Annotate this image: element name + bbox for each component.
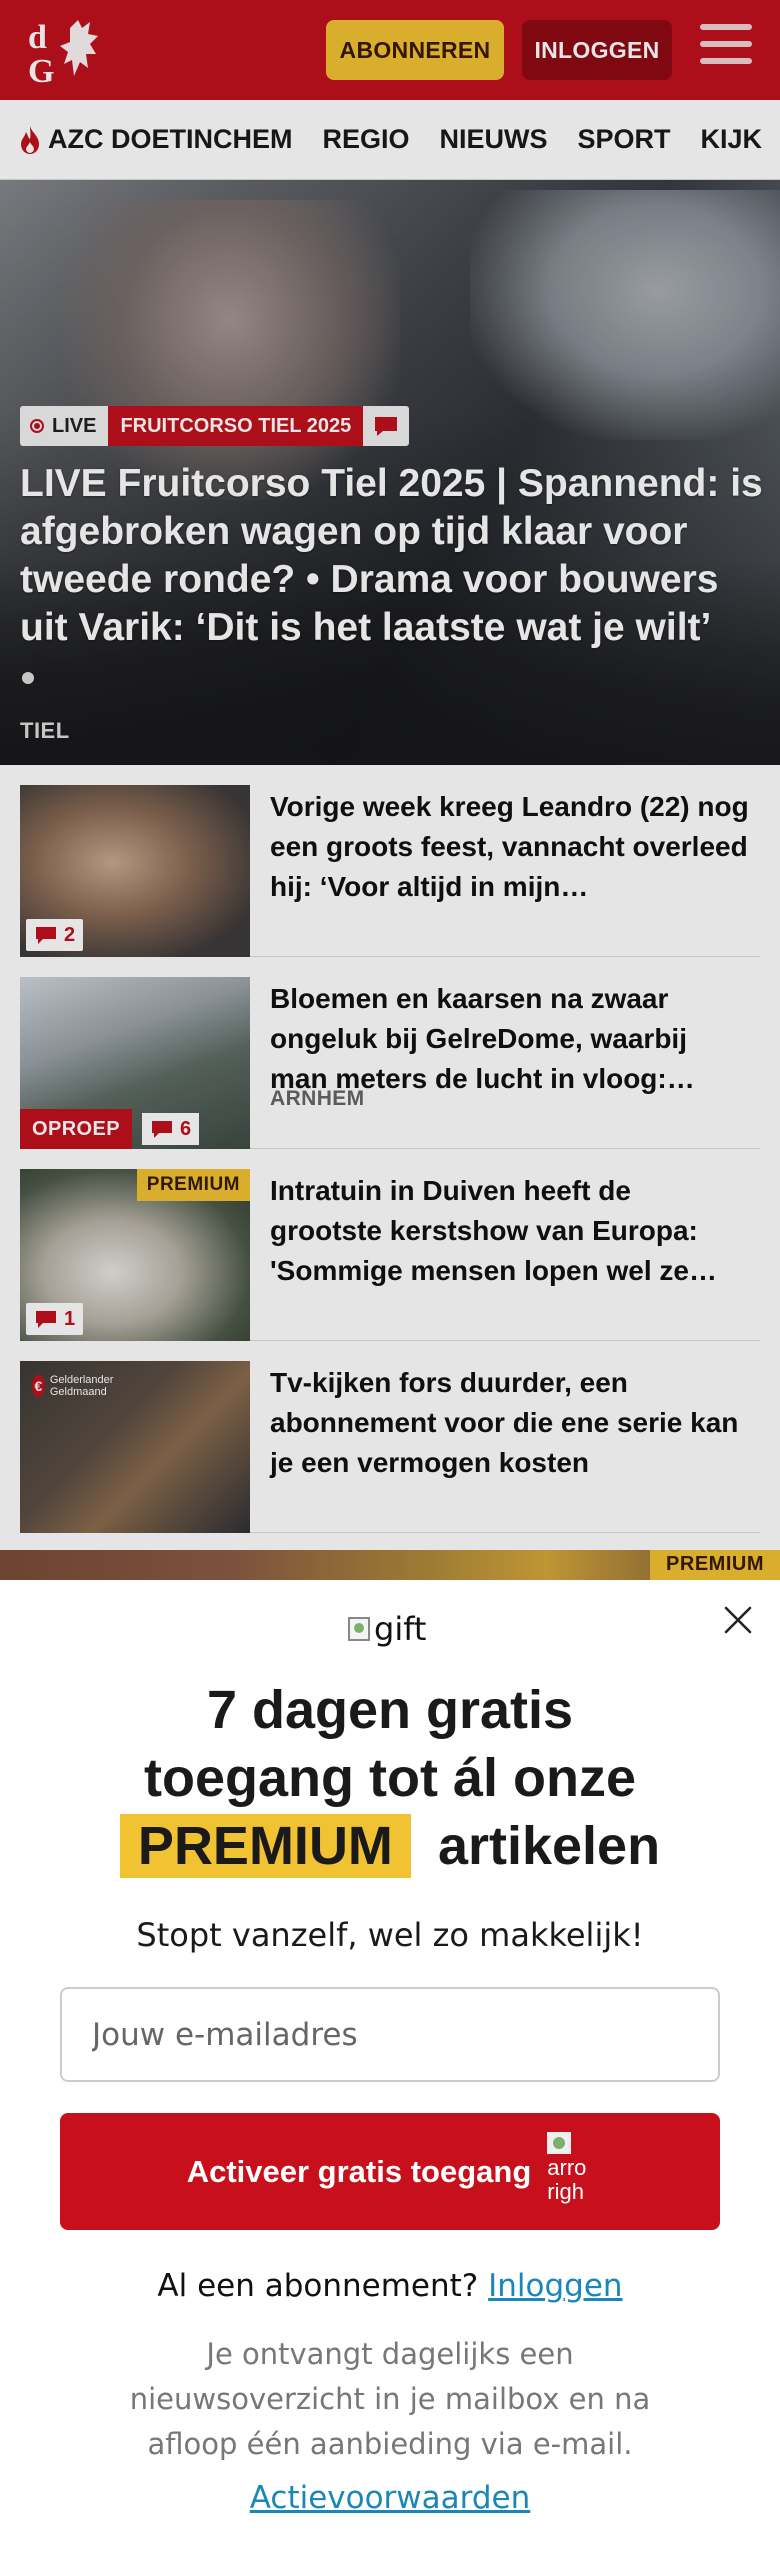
nav-item-regio[interactable]: REGIO <box>323 124 410 155</box>
comment-count: 6 <box>142 1113 200 1145</box>
login-button[interactable]: INLOGGEN <box>522 20 672 80</box>
modal-title-line3: PREMIUM artikelen <box>0 1812 780 1880</box>
hero-location: TIEL <box>20 718 70 743</box>
nav-item-sport[interactable]: SPORT <box>578 124 671 155</box>
subscribe-button[interactable]: ABONNEREN <box>326 20 504 80</box>
modal-title-rest: artikelen <box>437 1816 661 1876</box>
topic-badge[interactable]: FRUITCORSO TIEL 2025 <box>108 406 364 446</box>
list-item[interactable]: 2 Vorige week kreeg Leandro (22) nog een… <box>20 765 760 957</box>
disclaimer-text: Je ontvangt dagelijks een nieuwsoverzich… <box>129 2337 651 2461</box>
arrow-right-icon: arro righ <box>547 2131 593 2212</box>
login-link[interactable]: Inloggen <box>488 2268 622 2304</box>
modal-title: 7 dagen gratis toegang tot ál onze PREMI… <box>0 1676 780 1880</box>
hero-image-sky <box>470 190 780 440</box>
article-thumbnail: PREMIUM 1 <box>20 1169 250 1341</box>
hero-article[interactable]: LIVE FRUITCORSO TIEL 2025 LIVE Fruitcors… <box>0 180 780 765</box>
article-thumbnail: € Gelderlander Geldmaand <box>20 1361 250 1533</box>
oproep-badge: OPROEP <box>20 1109 132 1149</box>
close-icon[interactable] <box>720 1602 756 1638</box>
list-item[interactable]: € Gelderlander Geldmaand Tv-kijken fors … <box>20 1341 760 1533</box>
article-title[interactable]: Tv-kijken fors duurder, een abonnement v… <box>270 1363 750 1483</box>
modal-subtitle: Stopt vanzelf, wel zo makkelijk! <box>136 1916 644 1954</box>
nav-label: AZC DOETINCHEM <box>48 124 293 154</box>
live-dot-icon <box>30 419 44 433</box>
euro-icon: € <box>32 1375 45 1397</box>
list-item[interactable]: PREMIUM 1 Intratuin in Duiven heeft de g… <box>20 1149 760 1341</box>
comment-count: 2 <box>26 919 84 951</box>
nav-item-kijk[interactable]: KIJK <box>701 124 763 155</box>
activate-button-label: Activeer gratis toegang <box>186 2153 532 2189</box>
geldmaand-logo: € Gelderlander Geldmaand <box>32 1371 122 1401</box>
article-title[interactable]: Vorige week kreeg Leandro (22) nog een g… <box>270 787 750 907</box>
logo-icon[interactable]: d G <box>24 14 116 86</box>
next-article-peek[interactable]: PREMIUM <box>0 1550 780 1580</box>
comment-icon[interactable] <box>363 406 410 446</box>
article-title[interactable]: Bloemen en kaarsen na zwaar ongeluk bij … <box>270 979 750 1099</box>
existing-subscription-text: Al een abonnement? Inloggen <box>157 2268 623 2304</box>
hero-tags: LIVE FRUITCORSO TIEL 2025 <box>20 406 410 446</box>
email-field[interactable] <box>60 1987 720 2082</box>
gift-icon: gift <box>348 1610 426 1648</box>
premium-badge: PREMIUM <box>650 1550 780 1580</box>
modal-title-line2: toegang tot ál onze <box>144 1748 636 1808</box>
premium-highlight: PREMIUM <box>119 1814 411 1878</box>
svg-text:d: d <box>28 19 47 56</box>
premium-badge: PREMIUM <box>136 1169 250 1201</box>
nav-item-nieuws[interactable]: NIEUWS <box>440 124 548 155</box>
activate-button[interactable]: Activeer gratis toegang arro righ <box>60 2113 720 2230</box>
premium-offer-modal: gift 7 dagen gratis toegang tot ál onze … <box>0 1580 780 2560</box>
modal-title-line1: 7 dagen gratis <box>206 1680 574 1740</box>
live-badge: LIVE <box>20 406 109 446</box>
live-indicator-dot <box>22 672 34 684</box>
svg-text:G: G <box>28 53 54 86</box>
article-thumbnail: OPROEP 6 <box>20 977 250 1149</box>
flame-icon <box>21 125 39 154</box>
broken-image-icon <box>348 1617 370 1641</box>
hero-image-float <box>60 200 400 500</box>
nav-item-azc-doetinchem[interactable]: AZC DOETINCHEM <box>18 124 293 155</box>
live-label: LIVE <box>52 414 97 437</box>
top-header: d G ABONNEREN INLOGGEN <box>0 0 780 100</box>
article-thumbnail: 2 <box>20 785 250 957</box>
comment-icon <box>152 1121 172 1138</box>
hero-title[interactable]: LIVE Fruitcorso Tiel 2025 | Spannend: is… <box>20 460 765 652</box>
article-title[interactable]: Intratuin in Duiven heeft de grootste ke… <box>270 1171 750 1291</box>
comment-icon <box>36 927 56 944</box>
menu-icon[interactable] <box>700 24 752 74</box>
terms-link[interactable]: Actievoorwaarden <box>0 2480 780 2516</box>
section-nav: AZC DOETINCHEM REGIO NIEUWS SPORT KIJK P… <box>0 100 780 180</box>
list-item[interactable]: OPROEP 6 Bloemen en kaarsen na zwaar ong… <box>20 957 760 1149</box>
article-location: ARNHEM <box>270 1087 365 1110</box>
comment-count: 1 <box>26 1303 84 1335</box>
comment-icon <box>36 1311 56 1328</box>
